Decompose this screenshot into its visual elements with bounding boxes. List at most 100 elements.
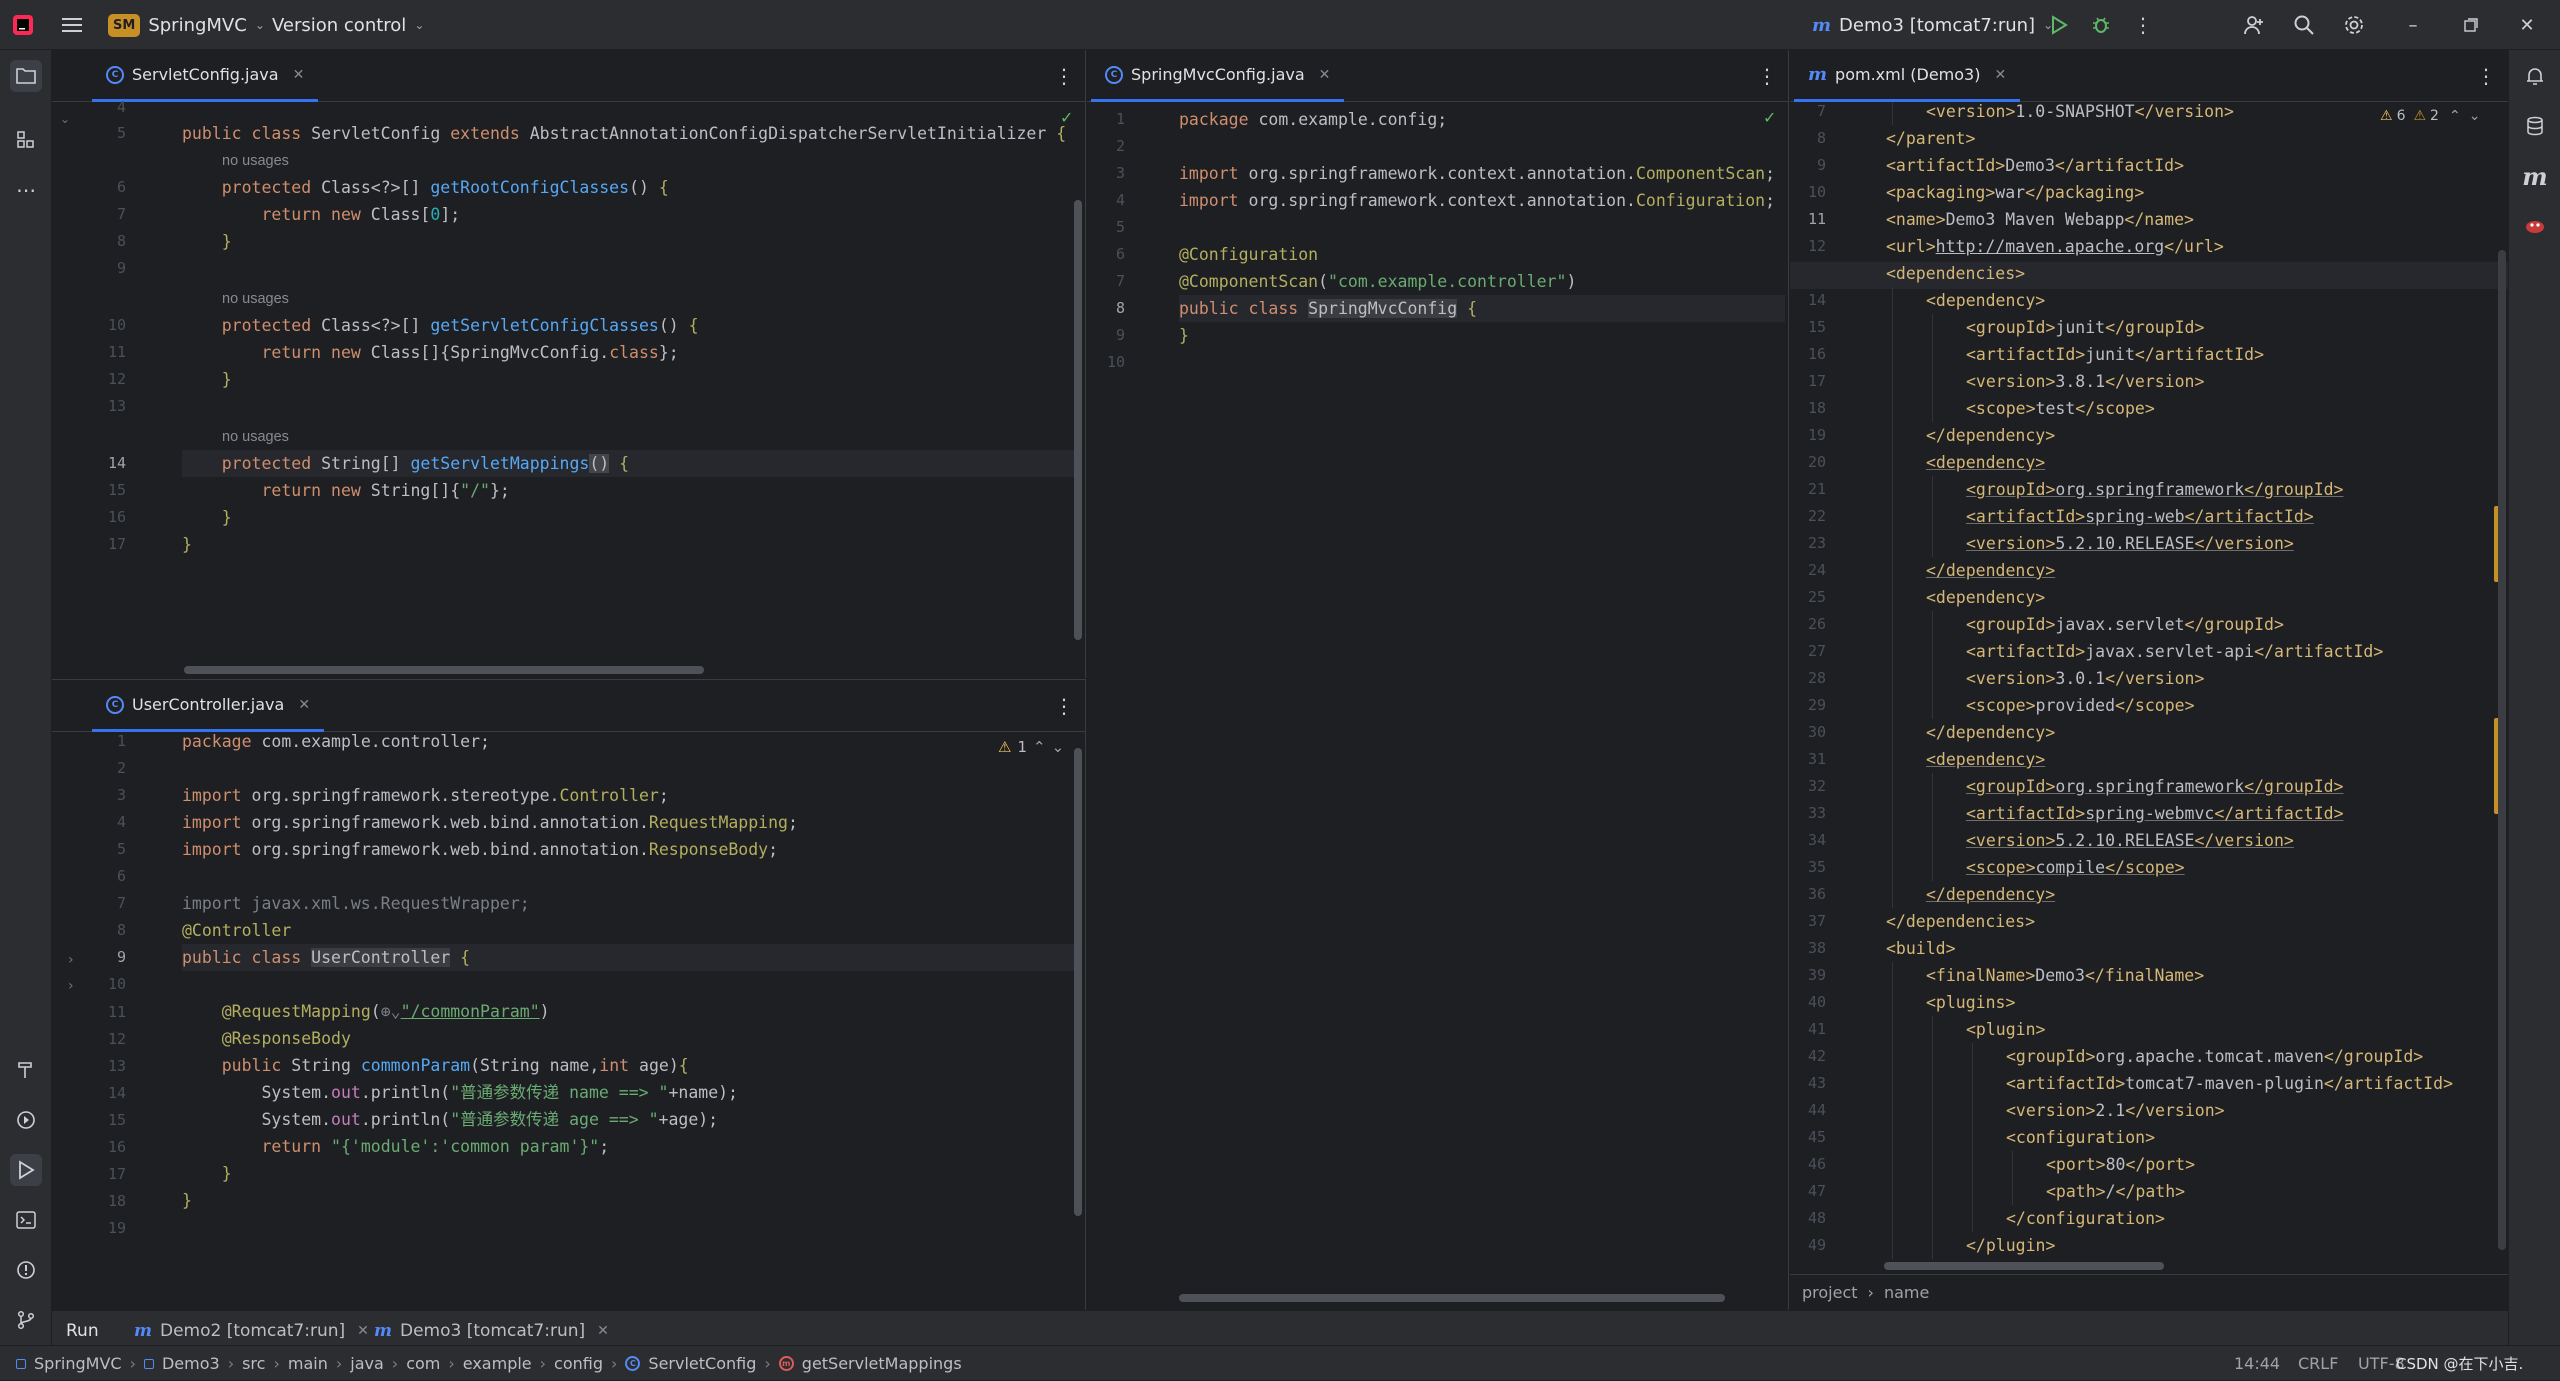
tab-options-icon[interactable]: ⋮: [1757, 64, 1777, 88]
terminal-icon[interactable]: [10, 1204, 42, 1236]
line-number: 22: [1807, 507, 1826, 525]
line-number: 19: [1807, 426, 1826, 444]
debug-icon[interactable]: [2088, 12, 2114, 38]
project-folder-icon[interactable]: [10, 60, 42, 92]
indent-guide: [1972, 1124, 1973, 1151]
indent-guide: [1972, 1151, 1973, 1178]
main-menu-icon[interactable]: [58, 12, 86, 38]
code-area[interactable]: package com.example.config; import org.s…: [1179, 102, 1785, 1310]
git-branch-icon[interactable]: [10, 1304, 42, 1336]
navigation-breadcrumb: SpringMVC › Demo3 › src › main › java › com › exampl…: [16, 1346, 962, 1381]
settings-icon[interactable]: [2340, 12, 2368, 38]
horizontal-scrollbar[interactable]: [1884, 1262, 2164, 1270]
breadcrumb-item[interactable]: getServletMappings: [802, 1354, 962, 1373]
tab-label: ServletConfig.java: [132, 65, 279, 84]
class-icon: C: [1105, 65, 1123, 84]
line-number: 32: [1807, 777, 1826, 795]
breadcrumb-item[interactable]: example: [463, 1354, 532, 1373]
project-switcher[interactable]: SM SpringMVC ⌄: [108, 0, 265, 50]
code-line: </dependencies>: [1886, 912, 2036, 931]
breadcrumb-item[interactable]: ServletConfig: [648, 1354, 756, 1373]
tab-springmvc-config[interactable]: C SpringMvcConfig.java ✕: [1091, 50, 1345, 102]
breadcrumb-item[interactable]: java: [350, 1354, 384, 1373]
line-number: 44: [1807, 1101, 1826, 1119]
chevron-right-icon: ›: [611, 1354, 618, 1373]
fold-arrow-icon[interactable]: ›: [68, 952, 74, 968]
tab-user-controller[interactable]: C UserController.java ✕: [92, 680, 325, 732]
line-number: 11: [107, 343, 126, 361]
breadcrumb-item[interactable]: project: [1802, 1283, 1858, 1302]
close-icon[interactable]: ✕: [1319, 67, 1331, 83]
code-line: </plugin>: [1966, 1236, 2056, 1255]
close-icon[interactable]: ✕: [298, 697, 310, 713]
tab-options-icon[interactable]: ⋮: [2476, 64, 2496, 88]
breadcrumb-item[interactable]: com: [406, 1354, 440, 1373]
close-window-icon[interactable]: ✕: [2514, 12, 2540, 38]
tab-pom[interactable]: m pom.xml (Demo3) ✕: [1794, 50, 2021, 102]
more-actions-icon[interactable]: ⋮: [2130, 12, 2156, 38]
more-tools-icon[interactable]: ⋯: [10, 174, 42, 206]
indent-guide: [1892, 773, 1893, 800]
tab-options-icon[interactable]: ⋮: [1054, 64, 1074, 88]
code-line: </dependency>: [1926, 723, 2056, 742]
close-icon[interactable]: ✕: [293, 67, 305, 83]
app-logo-icon[interactable]: [10, 12, 36, 38]
problems-icon[interactable]: [10, 1254, 42, 1286]
close-icon[interactable]: ✕: [357, 1323, 369, 1339]
breadcrumb-item[interactable]: src: [242, 1354, 265, 1373]
minimize-icon[interactable]: –: [2400, 12, 2426, 38]
code-area[interactable]: <version>1.0-SNAPSHOT</version> </parent>…: [1846, 102, 2494, 1307]
close-icon[interactable]: ✕: [597, 1323, 609, 1339]
services-icon[interactable]: [10, 1104, 42, 1136]
vertical-scrollbar[interactable]: [1074, 748, 1082, 1216]
run-config-selector[interactable]: m Demo3 [tomcat7:run] ⌄: [1812, 0, 2053, 50]
maven-icon[interactable]: m: [2519, 160, 2551, 192]
run-tool-icon[interactable]: [10, 1154, 42, 1186]
status-bar: SpringMVC › Demo3 › src › main › java › com › exampl…: [0, 1345, 2560, 1380]
notifications-icon[interactable]: [2519, 60, 2551, 92]
line-separator[interactable]: CRLF: [2298, 1346, 2338, 1381]
plugin-mascot-icon[interactable]: [2519, 210, 2551, 242]
run-icon[interactable]: [2046, 12, 2072, 38]
indent-guide: [1972, 1070, 1973, 1097]
horizontal-scrollbar[interactable]: [1179, 1294, 1725, 1302]
line-number: 37: [1807, 912, 1826, 930]
close-icon[interactable]: ✕: [1994, 67, 2006, 83]
indent-guide: [1932, 1151, 1933, 1178]
vertical-scrollbar[interactable]: [1074, 200, 1082, 640]
add-user-icon[interactable]: [2240, 12, 2268, 38]
code-line: <plugins>: [1926, 993, 2016, 1012]
code-area[interactable]: public class ServletConfig extends Abstr…: [182, 102, 1082, 678]
code-area[interactable]: package com.example.controller; import o…: [182, 732, 1082, 1310]
indent-guide: [1932, 530, 1933, 557]
database-icon[interactable]: [2519, 110, 2551, 142]
code-line: <groupId>javax.servlet</groupId>: [1966, 615, 2284, 634]
tab-options-icon[interactable]: ⋮: [1054, 694, 1074, 718]
code-line: </dependency>: [1926, 426, 2056, 445]
breadcrumb-item[interactable]: Demo3: [162, 1354, 220, 1373]
line-number: 13: [107, 1056, 126, 1075]
indent-guide: [1892, 1178, 1893, 1205]
breadcrumb-item[interactable]: config: [554, 1354, 603, 1373]
watermark: CSDN @在下小吉.: [2396, 1355, 2524, 1373]
line-number: 1: [1115, 110, 1125, 128]
breadcrumb-item[interactable]: SpringMVC: [34, 1354, 122, 1373]
indent-guide: [1892, 746, 1893, 773]
code-line: <dependency>: [1926, 453, 2046, 472]
horizontal-scrollbar[interactable]: [184, 666, 704, 674]
structure-icon[interactable]: [10, 124, 42, 156]
indent-guide: [1932, 1016, 1933, 1043]
build-hammer-icon[interactable]: [10, 1054, 42, 1086]
version-control-menu[interactable]: Version control ⌄: [272, 0, 424, 50]
breadcrumb-item[interactable]: main: [288, 1354, 328, 1373]
line-number: 2: [1115, 137, 1125, 155]
fold-arrow-icon[interactable]: ›: [68, 978, 74, 994]
search-icon[interactable]: [2290, 12, 2318, 38]
indent-guide: [1892, 881, 1893, 908]
caret-position[interactable]: 14:44: [2234, 1346, 2280, 1381]
restore-icon[interactable]: [2458, 12, 2484, 38]
run-tab-label: Demo2 [tomcat7:run]: [160, 1321, 346, 1341]
line-number: 49: [1807, 1236, 1826, 1254]
vertical-scrollbar[interactable]: [2498, 250, 2506, 1250]
breadcrumb-item[interactable]: name: [1884, 1283, 1929, 1302]
